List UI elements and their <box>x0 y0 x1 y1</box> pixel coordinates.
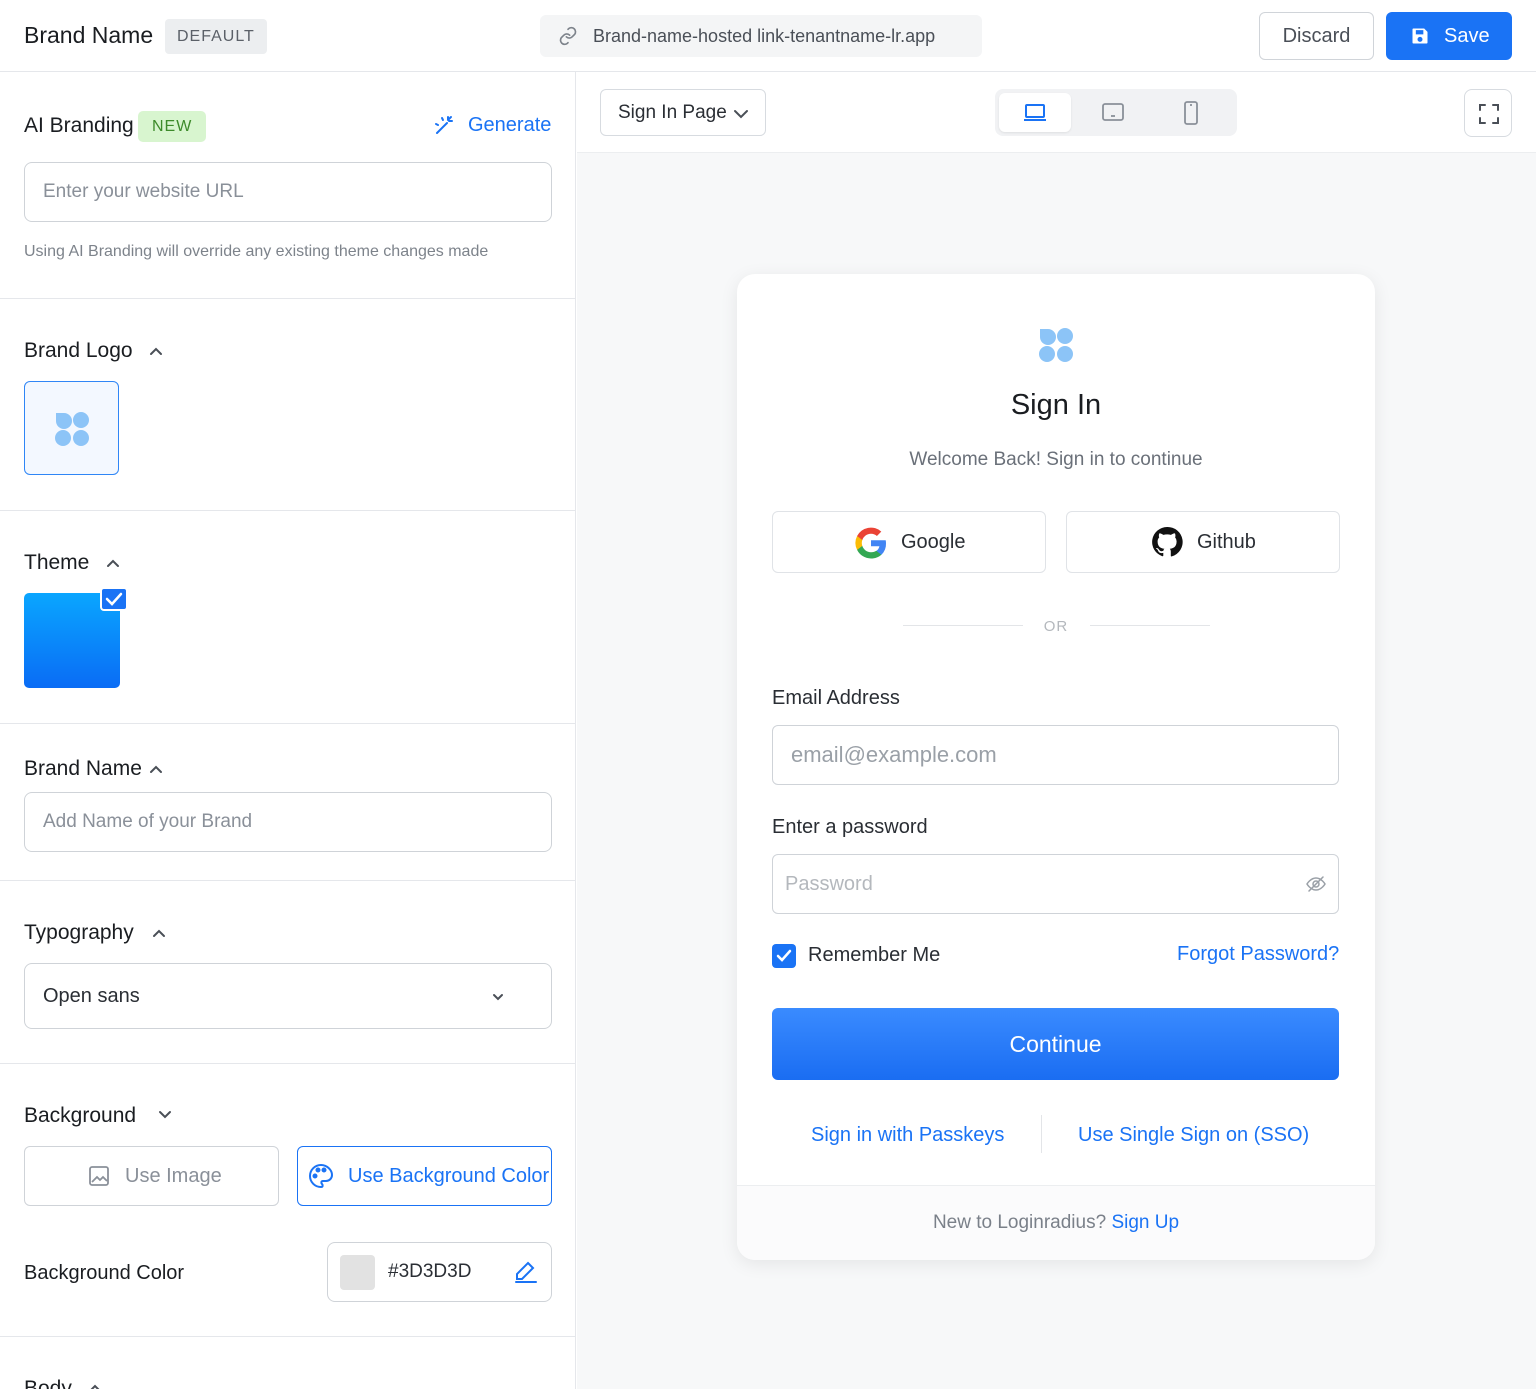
divider <box>0 723 575 724</box>
link-icon <box>559 26 577 46</box>
github-sign-in-button[interactable]: Github <box>1066 511 1340 573</box>
checkmark-icon <box>105 592 123 606</box>
mobile-icon <box>1184 101 1198 125</box>
chevron-up-icon[interactable] <box>106 556 120 570</box>
divider <box>0 510 575 511</box>
checkmark-icon <box>776 949 792 962</box>
desktop-view-button[interactable] <box>999 93 1071 132</box>
use-background-color-label: Use Background Color <box>348 1165 550 1187</box>
font-select-value: Open sans <box>43 985 140 1007</box>
remember-me-label: Remember Me <box>808 944 941 966</box>
email-field[interactable]: email@example.com <box>772 725 1339 785</box>
or-divider-right <box>1090 625 1210 626</box>
use-image-button[interactable]: Use Image <box>24 1146 279 1206</box>
discard-button[interactable]: Discard <box>1259 12 1374 60</box>
mobile-view-button[interactable] <box>1155 93 1227 132</box>
forgot-password-link[interactable]: Forgot Password? <box>1177 943 1339 966</box>
save-label: Save <box>1444 25 1490 47</box>
sign-up-link[interactable]: Sign Up <box>1111 1212 1179 1233</box>
chevron-down-icon <box>493 994 503 1001</box>
card-subtitle: Welcome Back! Sign in to continue <box>909 449 1203 470</box>
chevron-down-icon <box>734 110 748 119</box>
hosted-link-text: Brand-name-hosted link-tenantname-lr.app <box>593 26 936 46</box>
google-label: Google <box>901 531 966 553</box>
background-color-label: Background Color <box>24 1262 185 1284</box>
image-icon <box>89 1166 109 1186</box>
generate-button[interactable]: Generate <box>432 114 551 137</box>
new-badge: NEW <box>138 111 207 142</box>
password-placeholder: Password <box>785 873 873 895</box>
brand-logo-icon <box>1039 328 1073 362</box>
preview-toolbar: Sign In Page <box>577 72 1536 153</box>
brand-name-input[interactable]: Add Name of your Brand <box>24 792 552 852</box>
divider <box>0 1336 575 1337</box>
top-bar: Brand Name DEFAULT Brand-name-hosted lin… <box>0 0 1536 72</box>
default-badge: DEFAULT <box>165 19 267 54</box>
google-icon <box>855 527 887 559</box>
brand-logo-title: Brand Logo <box>24 339 133 362</box>
typography-title: Typography <box>24 921 134 944</box>
google-sign-in-button[interactable]: Google <box>772 511 1046 573</box>
brand-name-title: Brand Name <box>24 757 142 780</box>
use-background-color-button[interactable]: Use Background Color <box>297 1146 552 1206</box>
github-icon <box>1152 526 1183 557</box>
settings-panel: AI Branding NEW Generate Enter your webs… <box>0 72 576 1389</box>
card-title: Sign In <box>1010 389 1102 421</box>
page-select[interactable]: Sign In Page <box>600 89 766 136</box>
magic-wand-icon <box>435 116 453 134</box>
remember-me-checkbox[interactable] <box>772 944 796 968</box>
save-icon <box>1412 28 1428 44</box>
email-label: Email Address <box>772 687 900 709</box>
preview-panel: Sign In Page Sign In Welcome Back! Sign … <box>577 72 1536 1389</box>
desktop-icon <box>1024 104 1046 121</box>
palette-icon <box>309 1163 334 1189</box>
passkeys-link[interactable]: Sign in with Passkeys <box>811 1124 1004 1147</box>
pencil-icon[interactable] <box>513 1259 537 1283</box>
generate-label: Generate <box>468 114 552 136</box>
chevron-up-icon[interactable] <box>152 926 166 940</box>
brand-title: Brand Name <box>24 22 154 48</box>
expand-icon <box>1479 104 1499 124</box>
font-select[interactable]: Open sans <box>24 963 552 1029</box>
password-field[interactable]: Password <box>772 854 1339 914</box>
save-button[interactable]: Save <box>1386 12 1512 60</box>
sign-in-card: Sign In Welcome Back! Sign in to continu… <box>737 274 1375 1260</box>
fullscreen-button[interactable] <box>1464 89 1512 137</box>
chevron-down-icon[interactable] <box>158 1108 172 1122</box>
website-url-input[interactable]: Enter your website URL <box>24 162 552 222</box>
divider <box>0 1063 575 1064</box>
body-title: Body <box>24 1377 72 1389</box>
tablet-view-button[interactable] <box>1077 93 1149 132</box>
ai-branding-helper: Using AI Branding will override any exis… <box>24 243 489 260</box>
continue-button[interactable]: Continue <box>772 1008 1339 1080</box>
brand-logo-icon <box>55 412 89 446</box>
github-label: Github <box>1197 531 1256 553</box>
tablet-icon <box>1102 103 1124 121</box>
theme-title: Theme <box>24 551 90 574</box>
chevron-up-icon[interactable] <box>149 344 163 358</box>
ai-branding-title: AI Branding <box>24 114 134 137</box>
or-label: OR <box>1043 618 1069 635</box>
footer-text: New to Loginradius? <box>932 1212 1107 1233</box>
color-swatch[interactable] <box>340 1255 375 1290</box>
background-title: Background <box>24 1104 137 1127</box>
chevron-up-icon[interactable] <box>149 762 163 776</box>
page-select-value: Sign In Page <box>618 102 727 123</box>
brand-logo-upload[interactable] <box>24 381 119 475</box>
hosted-link[interactable]: Brand-name-hosted link-tenantname-lr.app <box>540 15 982 57</box>
use-image-label: Use Image <box>125 1165 222 1187</box>
divider <box>0 298 575 299</box>
divider <box>0 880 575 881</box>
password-label: Enter a password <box>772 816 928 838</box>
device-toggle <box>995 89 1237 136</box>
background-color-field[interactable]: #3D3D3D <box>327 1242 552 1302</box>
card-footer: New to Loginradius? Sign Up <box>737 1185 1375 1260</box>
eye-off-icon[interactable] <box>1306 874 1326 894</box>
color-hex-value[interactable]: #3D3D3D <box>388 1261 471 1283</box>
link-separator <box>1041 1115 1042 1153</box>
theme-selected-check <box>100 587 128 611</box>
chevron-up-icon[interactable] <box>88 1381 102 1389</box>
sso-link[interactable]: Use Single Sign on (SSO) <box>1078 1124 1309 1147</box>
